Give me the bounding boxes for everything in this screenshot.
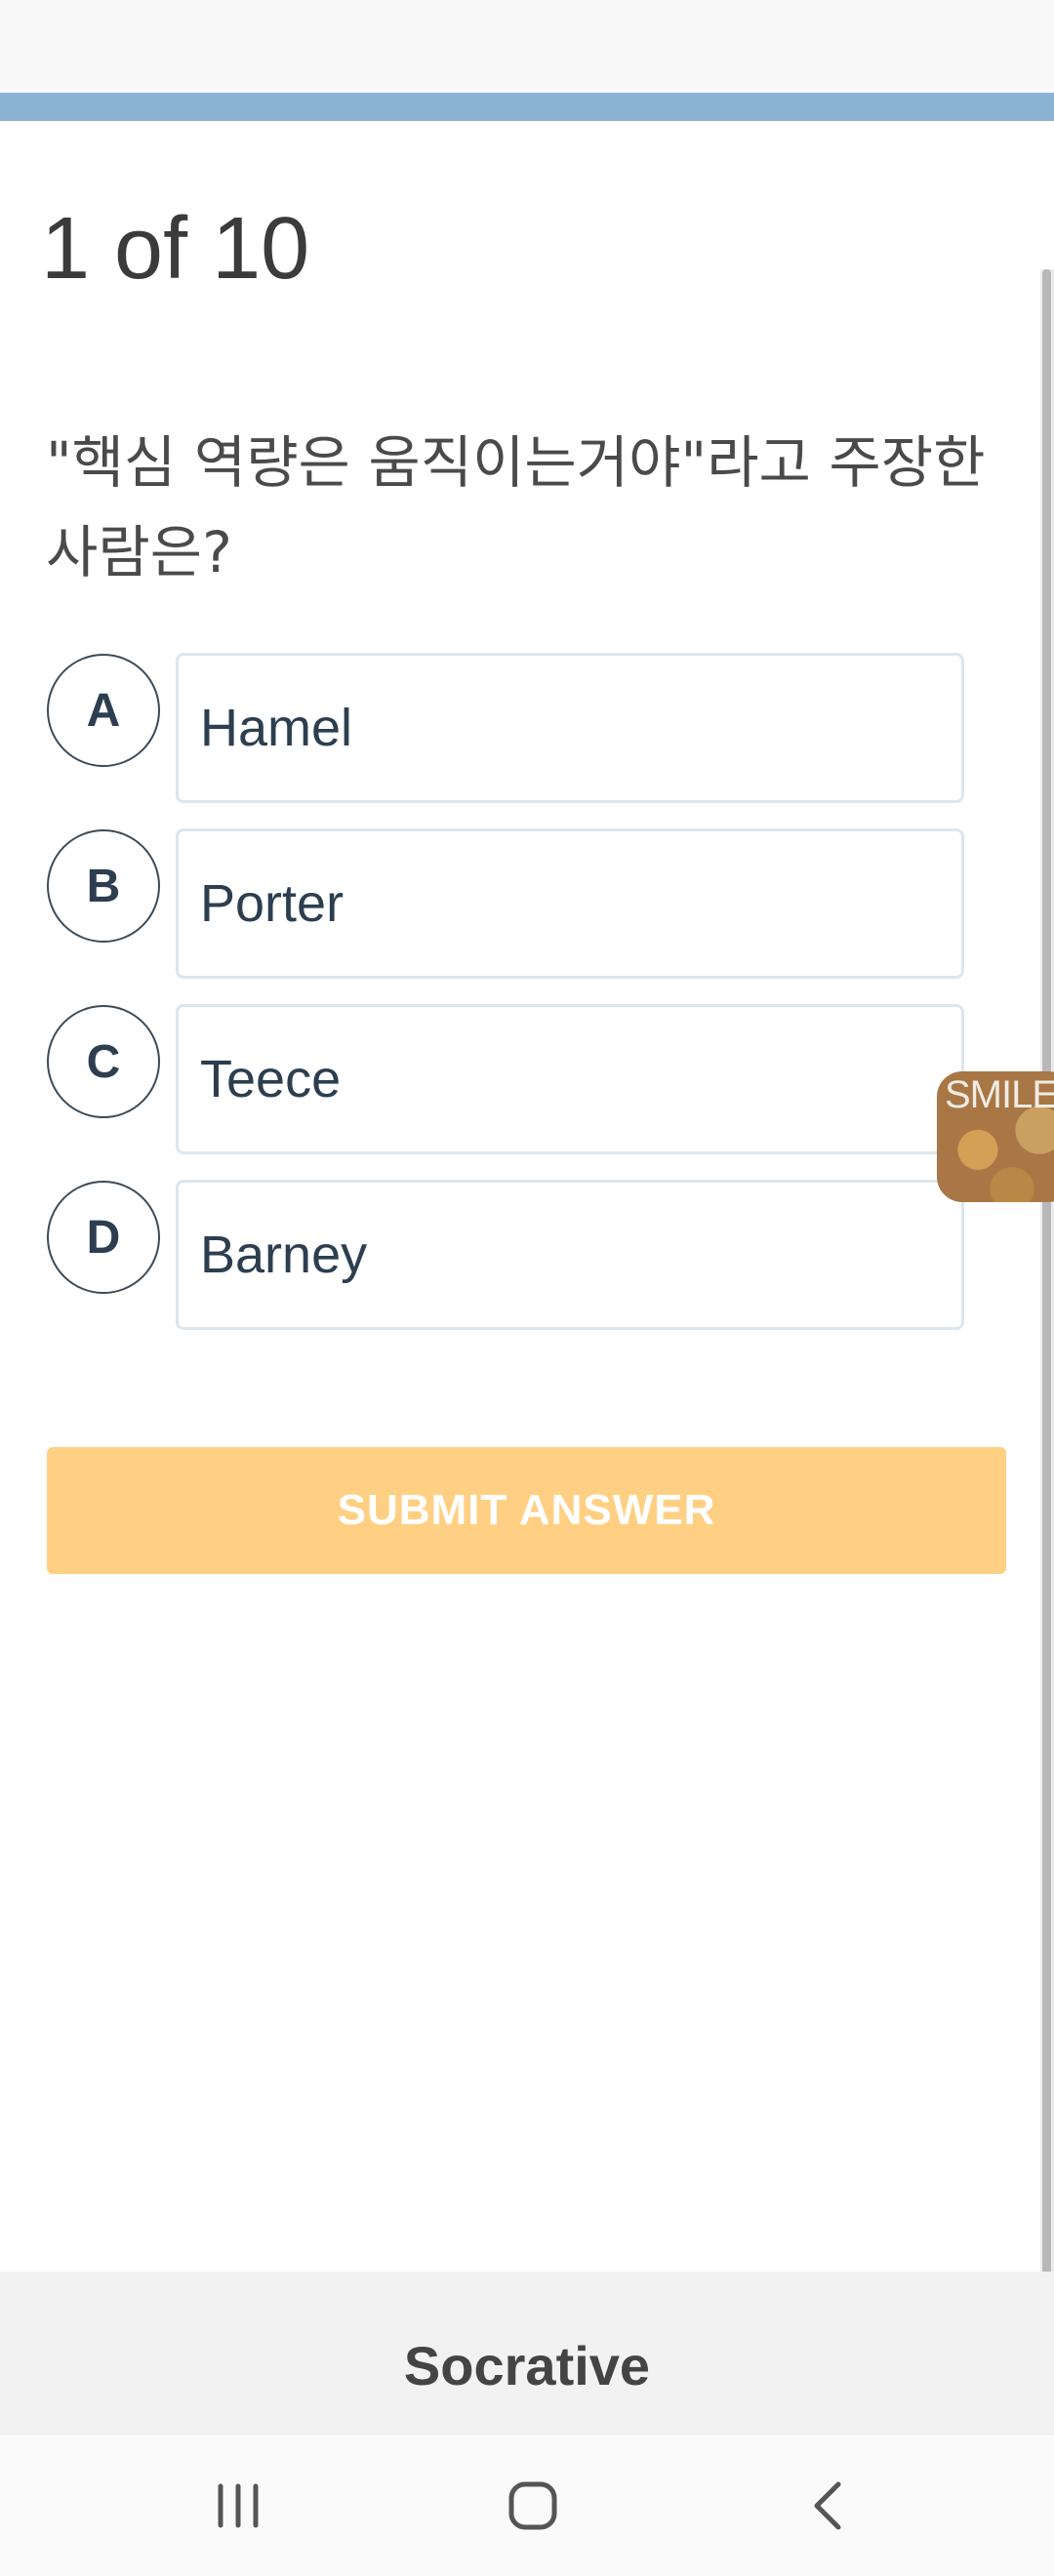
choice-b-option[interactable]: Porter [176, 828, 964, 979]
submit-answer-button[interactable]: SUBMIT ANSWER [47, 1447, 1006, 1574]
question-counter: 1 of 10 [41, 200, 310, 298]
floating-smile-widget[interactable]: SMILE [937, 1071, 1054, 1202]
footer: Socrative [0, 2272, 1054, 2435]
home-button[interactable] [455, 2435, 611, 2576]
question-text: "핵심 역량은 움직이는거야"라고 주장한 사람은? [46, 429, 986, 585]
back-icon [814, 2481, 841, 2530]
choice-d-option[interactable]: Barney [176, 1180, 964, 1330]
scrollbar-thumb[interactable] [1042, 269, 1051, 2369]
system-nav-bar [0, 2435, 1054, 2576]
choice-b-letter[interactable]: B [47, 829, 160, 943]
recent-apps-icon [218, 2483, 259, 2528]
choice-d-letter[interactable]: D [47, 1181, 160, 1294]
back-button[interactable] [750, 2435, 907, 2576]
progress-strip [0, 93, 1054, 121]
choice-c-option[interactable]: Teece [176, 1004, 964, 1154]
choice-c-letter[interactable]: C [47, 1005, 160, 1118]
recent-apps-button[interactable] [160, 2435, 316, 2576]
status-bar-area [0, 0, 1054, 93]
floating-widget-label: SMILE [945, 1073, 1054, 1116]
choice-a-option[interactable]: Hamel [176, 653, 964, 803]
home-icon [508, 2481, 557, 2530]
footer-brand: Socrative [403, 2334, 651, 2396]
choice-a-letter[interactable]: A [47, 654, 160, 767]
